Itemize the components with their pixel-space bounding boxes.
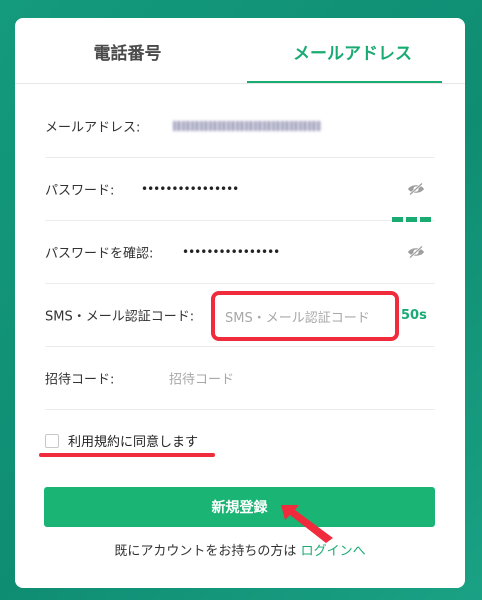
register-card: 電話番号 メールアドレス メールアドレス: パスワード: •••••••••••… — [15, 18, 465, 588]
sms-countdown[interactable]: 50s — [401, 308, 427, 323]
terms-agreement[interactable]: 利用規約に同意します — [45, 431, 198, 450]
password-field[interactable]: •••••••••••••••• — [141, 182, 239, 196]
terms-label: 利用規約に同意します — [68, 435, 199, 450]
active-tab-indicator — [247, 81, 442, 83]
eye-off-icon[interactable] — [407, 182, 425, 196]
sms-code-input[interactable]: SMS・メール認証コード — [211, 291, 399, 341]
annotation-arrow-icon — [281, 505, 333, 543]
confirm-password-label: パスワードを確認: — [45, 246, 154, 262]
login-link[interactable]: ログインへ — [301, 544, 366, 559]
password-label: パスワード: — [45, 183, 115, 199]
tab-bar: 電話番号 メールアドレス — [15, 18, 465, 84]
invite-code-input[interactable]: 招待コード — [169, 369, 234, 388]
password-row: パスワード: •••••••••••••••• — [45, 158, 435, 221]
confirm-password-row: パスワードを確認: •••••••••••••••• — [45, 221, 435, 284]
tab-phone[interactable]: 電話番号 — [15, 18, 240, 84]
invite-code-row: 招待コード: 招待コード — [45, 347, 435, 410]
tab-email[interactable]: メールアドレス — [240, 18, 465, 84]
confirm-password-field[interactable]: •••••••••••••••• — [182, 245, 280, 259]
terms-checkbox[interactable] — [45, 433, 59, 448]
register-button[interactable]: 新規登録 — [44, 487, 435, 527]
annotation-underline — [39, 453, 215, 457]
email-label: メールアドレス: — [45, 120, 141, 136]
login-prompt: 既にアカウントをお持ちの方は ログインへ — [15, 540, 465, 559]
invite-code-label: 招待コード: — [45, 372, 115, 388]
eye-off-icon[interactable] — [407, 245, 425, 259]
email-field[interactable] — [173, 121, 321, 131]
sms-code-label: SMS・メール認証コード: — [45, 309, 195, 325]
login-prompt-text: 既にアカウントをお持ちの方は — [114, 544, 297, 559]
email-row: メールアドレス: — [45, 95, 435, 158]
